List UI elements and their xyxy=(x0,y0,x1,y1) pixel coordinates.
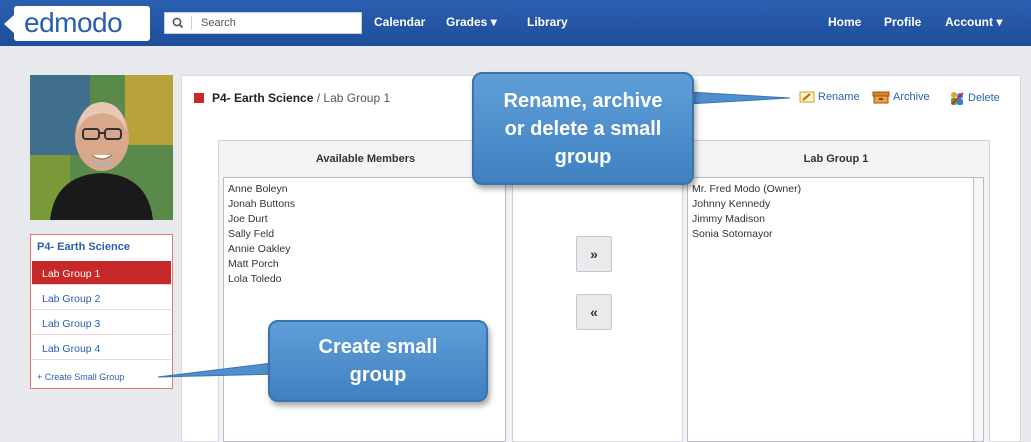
remove-member-button[interactable]: « xyxy=(576,294,612,330)
available-members-header: Available Members xyxy=(315,153,416,165)
rename-button[interactable]: Rename xyxy=(799,90,860,104)
nav-profile[interactable]: Profile xyxy=(884,15,921,29)
list-item[interactable]: Lola Toledo xyxy=(228,272,501,287)
list-item[interactable]: Annie Oakley xyxy=(228,242,501,257)
list-item[interactable]: Mr. Fred Modo (Owner) xyxy=(692,182,969,197)
add-member-button[interactable]: » xyxy=(576,236,612,272)
course-title[interactable]: P4- Earth Science xyxy=(37,241,130,253)
nav-account[interactable]: Account ▾ xyxy=(945,15,1002,29)
nav-grades[interactable]: Grades ▾ xyxy=(446,15,497,29)
search-divider xyxy=(191,16,192,30)
delete-button[interactable]: Delete xyxy=(949,90,1000,106)
callout-line: group xyxy=(349,364,407,386)
archive-button[interactable]: Archive xyxy=(872,90,930,104)
rename-label: Rename xyxy=(818,90,860,103)
callout-rename-archive-delete: Rename, archive or delete a small group xyxy=(472,72,694,185)
breadcrumb: P4- Earth Science / Lab Group 1 xyxy=(212,91,390,105)
callout-line: Rename, archive xyxy=(503,90,663,112)
course-color-square xyxy=(194,93,204,103)
group-members-column: Lab Group 1 Mr. Fred Modo (Owner) Johnny… xyxy=(682,140,990,442)
search-input[interactable] xyxy=(201,15,351,31)
callout-line: Create small xyxy=(318,336,438,358)
delete-label: Delete xyxy=(968,91,1000,104)
nav-home[interactable]: Home xyxy=(828,15,861,29)
top-navigation-bar: edmodo Calendar Grades ▾ Library Home Pr… xyxy=(0,0,1031,46)
callout-line: group xyxy=(554,146,612,168)
list-item[interactable]: Joe Durt xyxy=(228,212,501,227)
list-item[interactable]: Jimmy Madison xyxy=(692,212,969,227)
group-members-header: Lab Group 1 xyxy=(803,153,869,165)
edmodo-logo[interactable]: edmodo xyxy=(4,6,150,41)
nav-library[interactable]: Library xyxy=(527,15,568,29)
sidebar-item-lab-group-4[interactable]: Lab Group 4 xyxy=(32,336,171,360)
profile-avatar[interactable] xyxy=(30,75,173,220)
rename-icon xyxy=(799,91,815,103)
delete-icon xyxy=(951,92,964,105)
breadcrumb-group: Lab Group 1 xyxy=(323,91,391,105)
small-groups-panel: P4- Earth Science Lab Group 1 Lab Group … xyxy=(30,234,173,389)
search-box[interactable] xyxy=(164,12,362,34)
breadcrumb-separator: / xyxy=(313,91,324,105)
callout-create-small-group: Create small group xyxy=(268,320,488,402)
sidebar-item-lab-group-2[interactable]: Lab Group 2 xyxy=(32,286,171,310)
list-item[interactable]: Anne Boleyn xyxy=(228,182,501,197)
sidebar-item-lab-group-1[interactable]: Lab Group 1 xyxy=(32,261,171,285)
group-members-list[interactable]: Mr. Fred Modo (Owner) Johnny Kennedy Jim… xyxy=(687,177,974,442)
create-small-group-link[interactable]: + Create Small Group xyxy=(37,372,124,382)
search-icon[interactable] xyxy=(171,16,185,30)
list-item[interactable]: Johnny Kennedy xyxy=(692,197,969,212)
logo-text: edmodo xyxy=(24,7,123,38)
archive-label: Archive xyxy=(893,90,930,103)
avatar-photo xyxy=(30,75,173,220)
sidebar-item-lab-group-3[interactable]: Lab Group 3 xyxy=(32,311,171,335)
breadcrumb-course[interactable]: P4- Earth Science xyxy=(212,91,313,105)
list-item[interactable]: Sally Feld xyxy=(228,227,501,242)
list-item[interactable]: Jonah Buttons xyxy=(228,197,501,212)
logo-notch xyxy=(4,15,14,33)
available-members-list[interactable]: Anne Boleyn Jonah Buttons Joe Durt Sally… xyxy=(223,177,506,442)
nav-calendar[interactable]: Calendar xyxy=(374,15,425,29)
callout-line: or delete a small xyxy=(504,118,662,140)
group-members-scrollbar[interactable] xyxy=(974,177,984,442)
list-item[interactable]: Sonia Sotomayor xyxy=(692,227,969,242)
list-item[interactable]: Matt Porch xyxy=(228,257,501,272)
archive-icon xyxy=(872,91,890,104)
